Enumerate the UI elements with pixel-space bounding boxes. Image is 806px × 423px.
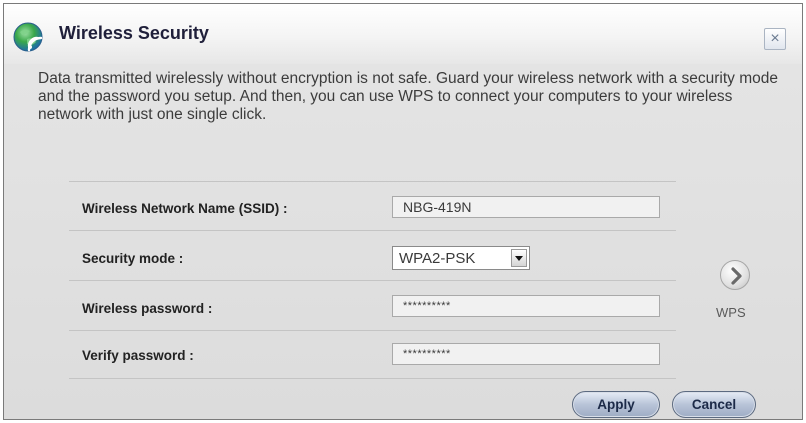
dialog-title: Wireless Security	[59, 23, 209, 43]
apply-button[interactable]: Apply	[572, 391, 660, 418]
form-divider	[69, 280, 676, 281]
chevron-right-icon	[731, 267, 742, 285]
form-divider	[69, 181, 676, 182]
wireless-security-dialog: Wireless Security × Data transmitted wir…	[3, 3, 803, 420]
wireless-password-label: Wireless password :	[82, 301, 213, 316]
chevron-down-icon[interactable]	[511, 249, 527, 267]
form-divider	[69, 230, 676, 231]
cancel-button[interactable]: Cancel	[672, 391, 756, 418]
wps-label[interactable]: WPS	[716, 305, 746, 320]
wps-button[interactable]	[720, 260, 750, 290]
ssid-label: Wireless Network Name (SSID) :	[82, 201, 288, 216]
verify-password-input[interactable]	[392, 343, 660, 365]
wireless-password-input[interactable]	[392, 295, 660, 317]
security-mode-value: WPA2-PSK	[399, 250, 476, 267]
form-divider	[69, 330, 676, 331]
intro-description: Data transmitted wirelessly without encr…	[38, 70, 778, 123]
close-button[interactable]: ×	[764, 28, 786, 50]
wifi-globe-icon	[13, 22, 43, 52]
close-icon: ×	[770, 30, 780, 47]
ssid-input[interactable]	[392, 196, 660, 218]
security-mode-label: Security mode :	[82, 251, 184, 266]
form-divider	[69, 378, 676, 379]
security-mode-select[interactable]: WPA2-PSK	[392, 246, 530, 270]
verify-password-label: Verify password :	[82, 348, 194, 363]
